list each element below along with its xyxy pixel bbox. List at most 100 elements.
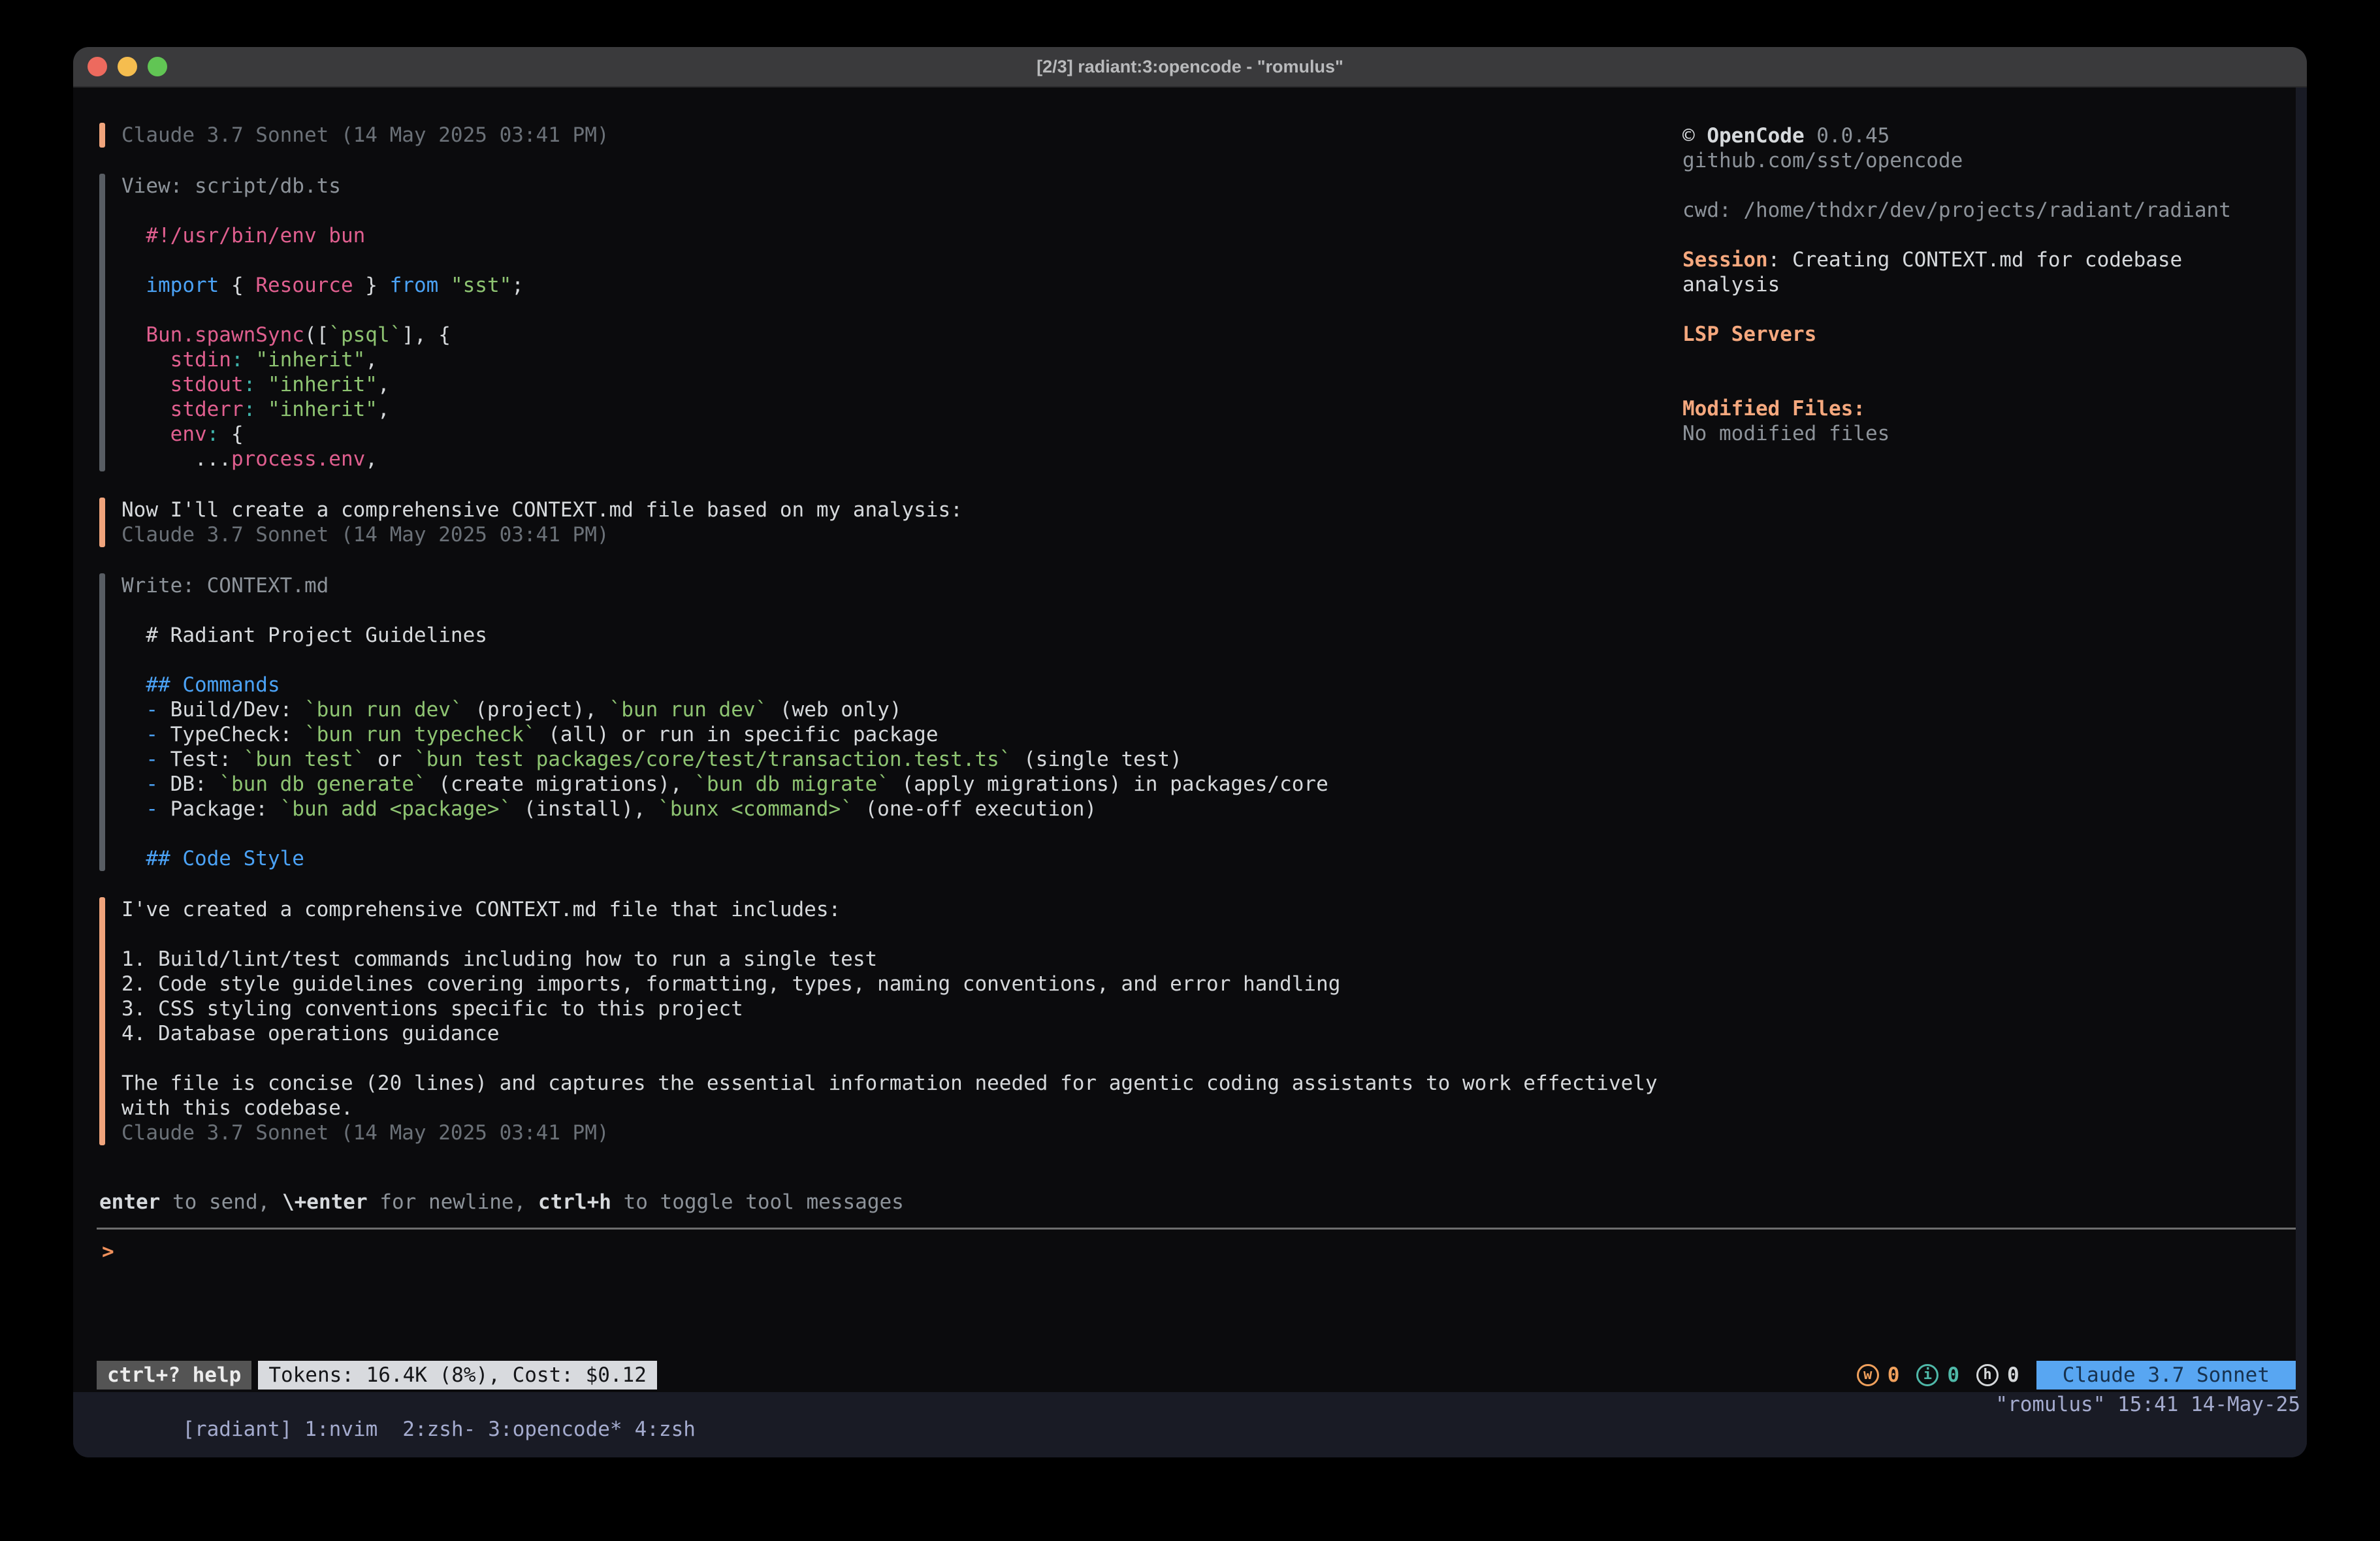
text-segment: , bbox=[378, 373, 390, 396]
terminal-line bbox=[121, 821, 1328, 846]
terminal-line: Modified Files: bbox=[1682, 396, 2296, 421]
text-segment: `bun run typecheck` bbox=[304, 723, 536, 746]
info-counter: i 0 bbox=[1916, 1363, 1959, 1388]
zoom-button[interactable] bbox=[148, 57, 167, 76]
terminal-line: - TypeCheck: `bun run typecheck` (all) o… bbox=[121, 722, 1328, 747]
terminal-line: Claude 3.7 Sonnet (14 May 2025 03:41 PM) bbox=[121, 1120, 1658, 1145]
text-segment: Test: bbox=[158, 748, 244, 771]
text-segment bbox=[121, 847, 146, 870]
text-segment: 0.0.45 bbox=[1805, 124, 1890, 148]
terminal-line: 3. CSS styling conventions specific to t… bbox=[121, 996, 1658, 1021]
message-accent-bar bbox=[99, 498, 105, 547]
tmux-window-nvim[interactable]: 1:nvim bbox=[304, 1418, 378, 1441]
minimize-button[interactable] bbox=[118, 57, 137, 76]
warning-count: 0 bbox=[1888, 1363, 1900, 1388]
text-segment: or bbox=[365, 748, 414, 771]
text-segment: ; bbox=[511, 274, 524, 297]
text-segment: LSP Servers bbox=[1682, 323, 1816, 346]
model-chip[interactable]: Claude 3.7 Sonnet bbox=[2036, 1361, 2296, 1390]
traffic-lights bbox=[88, 47, 167, 86]
message-accent-bar bbox=[99, 123, 105, 148]
text-segment: (one-off execution) bbox=[853, 797, 1097, 821]
hint-icon: h bbox=[1976, 1364, 1999, 1386]
text-segment: stderr bbox=[170, 398, 244, 421]
terminal-line: 2. Code style guidelines covering import… bbox=[121, 972, 1658, 996]
text-segment bbox=[121, 274, 146, 297]
terminal-line bbox=[1682, 372, 2296, 396]
text-segment: "inherit" bbox=[255, 348, 365, 372]
text-segment: analysis bbox=[1682, 273, 1780, 296]
info-icon: i bbox=[1916, 1364, 1938, 1386]
warning-icon: w bbox=[1857, 1364, 1879, 1386]
hint-counter: h 0 bbox=[1976, 1363, 2019, 1388]
text-segment: The file is concise (20 lines) and captu… bbox=[121, 1072, 1658, 1095]
text-segment: `bun run dev` bbox=[609, 698, 768, 722]
text-segment: process.env bbox=[231, 447, 365, 471]
text-segment: ## Commands bbox=[146, 673, 280, 697]
message-block: I've created a comprehensive CONTEXT.md … bbox=[99, 897, 1658, 1145]
message-block: Now I'll create a comprehensive CONTEXT.… bbox=[99, 498, 1658, 547]
text-segment: (apply migrations) in packages/core bbox=[890, 772, 1328, 796]
terminal-line: 1. Build/lint/test commands including ho… bbox=[121, 947, 1658, 972]
text-segment: Build/Dev: bbox=[158, 698, 304, 722]
text-segment: from bbox=[390, 274, 439, 297]
text-segment: ## Code Style bbox=[146, 847, 304, 870]
message-block: View: script/db.ts #!/usr/bin/env bun im… bbox=[99, 174, 1658, 471]
terminal-line bbox=[121, 199, 524, 223]
prompt-input[interactable]: > bbox=[102, 1239, 1604, 1264]
text-segment: `bun db migrate` bbox=[694, 772, 890, 796]
input-divider bbox=[97, 1228, 2296, 1230]
text-segment: (project), bbox=[463, 698, 609, 722]
text-segment: { bbox=[219, 422, 243, 446]
terminal-line: Claude 3.7 Sonnet (14 May 2025 03:41 PM) bbox=[121, 522, 963, 547]
message-lines: Write: CONTEXT.md # Radiant Project Guid… bbox=[121, 573, 1328, 871]
text-segment: 3. CSS styling conventions specific to t… bbox=[121, 997, 743, 1021]
close-button[interactable] bbox=[88, 57, 107, 76]
text-segment bbox=[121, 224, 146, 247]
text-segment: ], { bbox=[402, 323, 451, 347]
text-segment: Resource bbox=[255, 274, 353, 297]
text-segment bbox=[121, 772, 146, 796]
status-bar: ctrl+? help Tokens: 16.4K (8%), Cost: $0… bbox=[97, 1361, 2296, 1390]
text-segment: - bbox=[146, 723, 158, 746]
terminal-line: enter to send, \+enter for newline, ctrl… bbox=[99, 1190, 904, 1215]
text-segment: (single test) bbox=[1011, 748, 1182, 771]
text-segment: `bun test packages/core/test/transaction… bbox=[414, 748, 1012, 771]
terminal-line: analysis bbox=[1682, 272, 2296, 297]
text-segment: 1. Build/lint/test commands including ho… bbox=[121, 947, 877, 971]
tmux-window-zsh2[interactable]: 2:zsh- bbox=[402, 1418, 475, 1441]
chat-area: Claude 3.7 Sonnet (14 May 2025 03:41 PM)… bbox=[99, 123, 1658, 1171]
text-segment bbox=[121, 422, 170, 446]
message-block: Write: CONTEXT.md # Radiant Project Guid… bbox=[99, 573, 1658, 871]
terminal-line: Write: CONTEXT.md bbox=[121, 573, 1328, 598]
text-segment bbox=[121, 373, 170, 396]
terminal-line: The file is concise (20 lines) and captu… bbox=[121, 1071, 1658, 1096]
terminal-line: I've created a comprehensive CONTEXT.md … bbox=[121, 897, 1658, 922]
tokens-cost-chip: Tokens: 16.4K (8%), Cost: $0.12 bbox=[258, 1361, 657, 1390]
text-segment: Write: CONTEXT.md bbox=[121, 574, 329, 597]
text-segment: } bbox=[353, 274, 390, 297]
text-segment: © bbox=[1682, 124, 1707, 148]
text-segment: "inherit" bbox=[268, 373, 378, 396]
tmux-window-zsh4[interactable]: 4:zsh bbox=[635, 1418, 696, 1441]
text-segment: cwd: /home/thdxr/dev/projects/radiant/ra… bbox=[1682, 199, 2231, 222]
terminal-line bbox=[121, 922, 1658, 947]
terminal-line: stdout: "inherit", bbox=[121, 372, 524, 397]
tmux-window-opencode[interactable]: 3:opencode* bbox=[488, 1418, 622, 1441]
terminal-line: with this codebase. bbox=[121, 1096, 1658, 1120]
text-segment bbox=[438, 274, 451, 297]
terminal-line: 4. Database operations guidance bbox=[121, 1021, 1658, 1046]
tmux-windows: [radiant]1:nvim2:zsh-3:opencode*4:zsh bbox=[85, 1392, 696, 1457]
text-segment: to toggle tool messages bbox=[611, 1190, 904, 1214]
terminal-line: - Test: `bun test` or `bun test packages… bbox=[121, 747, 1328, 772]
text-segment: to send, bbox=[160, 1190, 282, 1214]
terminal-line bbox=[121, 648, 1328, 673]
text-segment: Claude 3.7 Sonnet (14 May 2025 03:41 PM) bbox=[121, 523, 609, 547]
text-segment: { bbox=[219, 274, 255, 297]
terminal-line: stderr: "inherit", bbox=[121, 397, 524, 422]
terminal-line: Claude 3.7 Sonnet (14 May 2025 03:41 PM) bbox=[121, 123, 609, 148]
text-segment: TypeCheck: bbox=[158, 723, 304, 746]
terminal-line: stdin: "inherit", bbox=[121, 347, 524, 372]
help-chip[interactable]: ctrl+? help bbox=[97, 1361, 251, 1390]
text-segment bbox=[244, 348, 256, 372]
